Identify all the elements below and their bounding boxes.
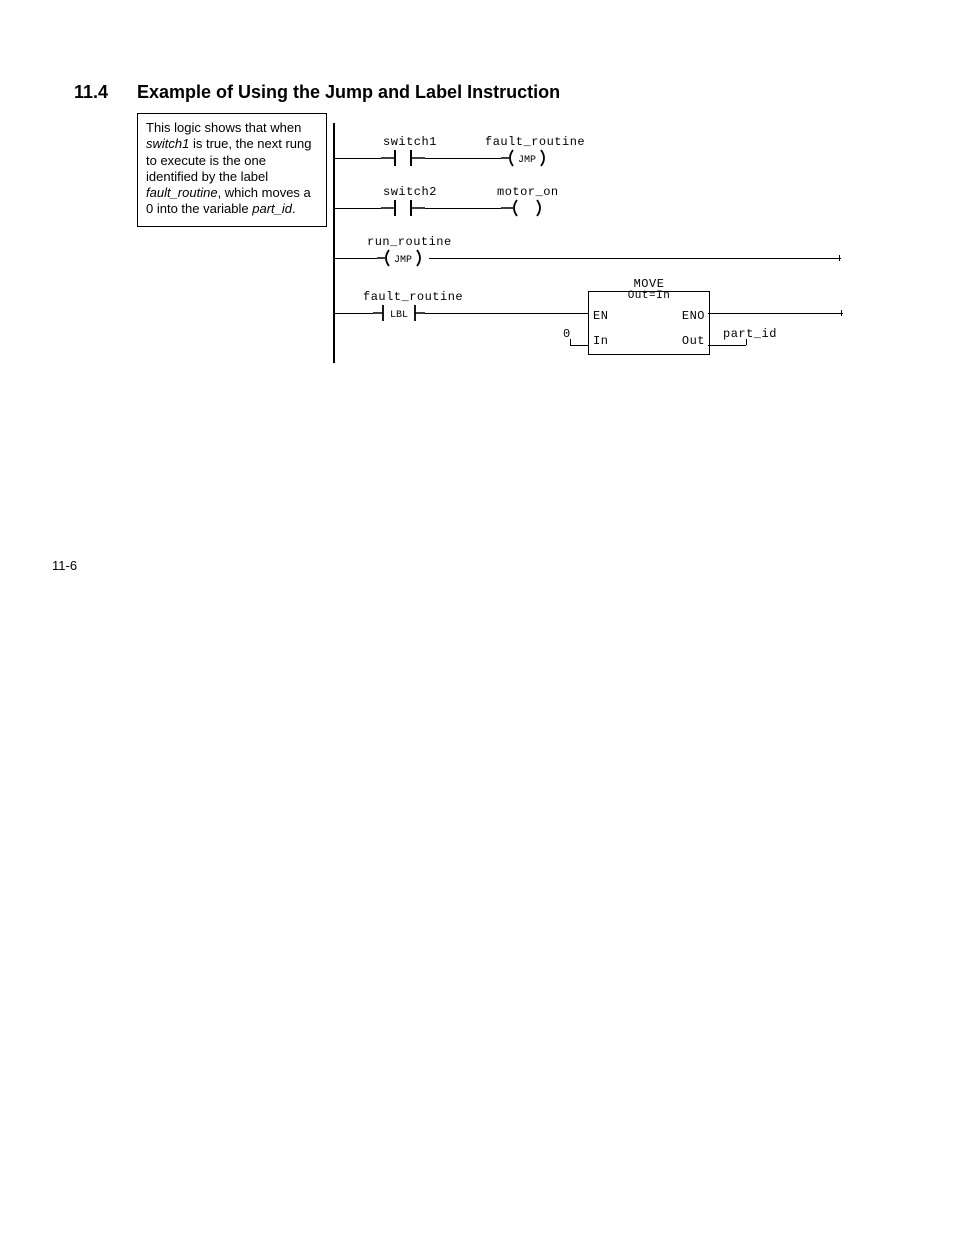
no-contact-icon xyxy=(381,147,425,169)
block-eno: ENO xyxy=(682,309,705,323)
no-contact-icon xyxy=(381,197,425,219)
section-heading: 11.4 Example of Using the Jump and Label… xyxy=(74,82,560,103)
move-block: MOVE Out=In EN ENO In Out xyxy=(588,291,710,355)
left-rail xyxy=(333,123,335,363)
jmp-coil-icon: JMP xyxy=(501,147,553,169)
ladder-diagram: switch1 fault_routine JMP switch2 motor_… xyxy=(333,113,893,373)
wire xyxy=(333,313,373,314)
wire xyxy=(570,345,588,346)
wire xyxy=(425,313,588,314)
wire xyxy=(570,339,571,345)
lbl-type: LBL xyxy=(390,310,408,321)
block-en: EN xyxy=(593,309,608,323)
block-in-label: In xyxy=(593,334,608,348)
wire xyxy=(708,345,746,346)
wire xyxy=(425,158,501,159)
wire xyxy=(333,258,377,259)
wire xyxy=(841,310,842,316)
wire xyxy=(429,258,841,259)
description-box: This logic shows that when switch1 is tr… xyxy=(137,113,327,227)
coil-type: JMP xyxy=(518,155,536,166)
coil-icon xyxy=(501,197,553,219)
wire xyxy=(708,313,843,314)
lbl-icon: LBL xyxy=(373,302,425,324)
desc-fault-routine: fault_routine xyxy=(146,185,218,200)
section-number: 11.4 xyxy=(74,82,132,103)
block-out-tag: part_id xyxy=(723,327,777,341)
page-number: 11-6 xyxy=(52,558,77,573)
wire xyxy=(333,158,381,159)
wire xyxy=(839,255,840,261)
desc-part-id: part_id xyxy=(252,201,292,216)
wire xyxy=(425,208,501,209)
desc-text: . xyxy=(292,201,296,216)
wire xyxy=(333,208,381,209)
coil-type: JMP xyxy=(394,255,412,266)
block-out-label: Out xyxy=(682,334,705,348)
desc-switch1: switch1 xyxy=(146,136,189,151)
desc-text: This logic shows that when xyxy=(146,120,301,135)
block-subtitle: Out=In xyxy=(589,290,709,302)
section-title: Example of Using the Jump and Label Inst… xyxy=(137,82,560,102)
block-title: MOVE xyxy=(589,277,709,291)
jmp-coil-icon: JMP xyxy=(377,247,429,269)
